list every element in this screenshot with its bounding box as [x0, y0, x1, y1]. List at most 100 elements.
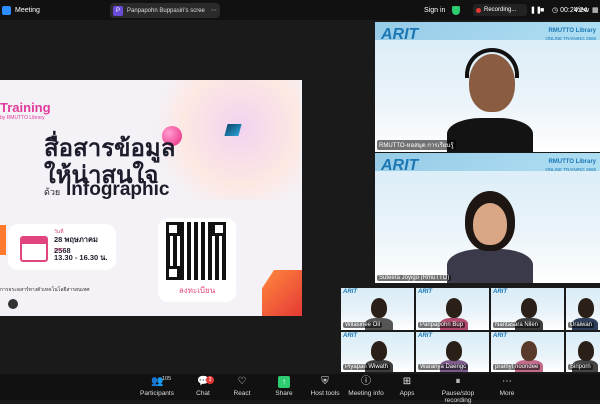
- tile-brand-sub: RMUTTO Library: [548, 28, 596, 34]
- participant-name: Piyapan Wiwath: [343, 364, 391, 370]
- register-label: ลงทะเบียน: [178, 286, 216, 295]
- participant-head: [578, 298, 594, 318]
- qr-corner: [166, 266, 180, 280]
- speaker-face: [473, 203, 507, 245]
- tile-brand-sub2: ONLINE TRAINING 2568: [545, 167, 596, 172]
- stop-icon[interactable]: ■: [540, 0, 544, 20]
- chat-unread-badge: 3: [206, 376, 214, 384]
- arit-logo: ARIT: [381, 157, 419, 174]
- slide-brand-title: Training: [0, 100, 51, 115]
- clock-icon: ◷: [552, 7, 559, 14]
- recording-indicator[interactable]: Recording...: [473, 4, 527, 16]
- participant-video-tile[interactable]: ARIT Panpapohn Bup: [416, 288, 489, 330]
- more-options-icon[interactable]: ⋯: [211, 7, 217, 14]
- slide-heading-line3: Infographic: [66, 179, 170, 200]
- speaker-video-tile[interactable]: ARIT RMUTTO Library ONLINE TRAINING 2568…: [375, 22, 600, 152]
- tile-brand-sub2: ONLINE TRAINING 2568: [545, 36, 596, 41]
- participant-video-tile[interactable]: ARIT Piyapan Wiwath: [341, 332, 414, 372]
- react-label: React: [233, 390, 251, 397]
- participant-name: Waranya Daengc: [418, 364, 469, 370]
- chat-label: Chat: [196, 390, 210, 397]
- qr-corner: [212, 222, 226, 236]
- sharer-avatar: P: [113, 5, 123, 16]
- tile-brand-sub: RMUTTO Library: [548, 159, 596, 165]
- participant-video-tile[interactable]: ARIT Waranya Daengc: [416, 332, 489, 372]
- participants-count: 105: [162, 376, 172, 382]
- slide-brand-sub: by RMUTTO Library: [0, 115, 45, 121]
- participants-label: Participants: [140, 390, 174, 397]
- sign-in-label: Sign in: [424, 6, 446, 14]
- apps-icon: ⊞: [402, 376, 412, 387]
- pause-recording-icon: ⏸: [455, 376, 461, 387]
- meeting-toolbar: 👥 105 Participants 💬 3 Chat ♡ React ↑ Sh…: [0, 374, 600, 404]
- participant-video-tile[interactable]: Uraiwan: [566, 288, 600, 330]
- speaker-body: [447, 249, 533, 283]
- more-label: More: [499, 390, 515, 397]
- screen-share-indicator[interactable]: P Panpapohn Buppasiri's scree ⋯: [110, 3, 220, 18]
- sign-in-button[interactable]: Sign in: [424, 0, 445, 20]
- recording-label: Recording...: [484, 7, 517, 13]
- view-button[interactable]: View: [574, 0, 589, 20]
- security-shield-icon[interactable]: [452, 0, 460, 20]
- share-label: Share: [275, 390, 293, 397]
- calendar-icon: [20, 236, 48, 262]
- view-label: View: [574, 6, 590, 14]
- shared-screen[interactable]: Training by RMUTTO Library สื่อสารข้อมูล…: [0, 80, 302, 316]
- participant-head: [446, 298, 462, 318]
- participant-head: [521, 298, 537, 318]
- participant-video-tile[interactable]: ARIT Wilasinee Oil: [341, 288, 414, 330]
- view-grid-icon[interactable]: ▦: [592, 0, 599, 20]
- registration-qr-card[interactable]: ลงทะเบียน: [158, 218, 236, 302]
- arit-logo: ARIT: [381, 26, 419, 43]
- arit-logo-small: ARIT: [493, 333, 507, 339]
- arit-logo-small: ARIT: [493, 289, 507, 295]
- top-bar: Meeting P Panpapohn Buppasiri's scree ⋯ …: [0, 0, 600, 20]
- org-logo-icon: [8, 299, 18, 309]
- qr-code-icon[interactable]: [166, 222, 226, 280]
- participant-name: RMUTTO-หอสมุด การเรียนรู้: [377, 140, 456, 150]
- info-icon: ⓘ: [361, 376, 371, 387]
- participant-head: [446, 341, 462, 361]
- participant-video-tile[interactable]: Siriporn: [566, 332, 600, 372]
- participant-name: Nantasara Nilen: [493, 322, 541, 328]
- time-value: 13.30 - 16.30 น.: [54, 253, 108, 262]
- participants-button[interactable]: 👥 105 Participants: [132, 376, 182, 397]
- participant-video-tile[interactable]: ARIT Nantasara Nilen: [491, 288, 564, 330]
- heart-plus-icon: ♡: [237, 376, 247, 387]
- participant-name: pramyt noondee: [493, 364, 541, 370]
- shield-icon: ⛨: [321, 376, 329, 387]
- more-button[interactable]: ⋯ More: [482, 376, 532, 397]
- arit-logo-small: ARIT: [343, 333, 357, 339]
- slide-heading-prefix: ด้วย: [44, 187, 61, 197]
- more-icon: ⋯: [502, 376, 512, 387]
- slide-footer-text: การจระดสาร์ทางตัวเทคโนโลยีสารสนเทศ: [0, 287, 90, 293]
- recording-button-label: Pause/stop recording: [441, 390, 475, 404]
- blocks-decoration: [262, 270, 302, 316]
- apps-label: Apps: [399, 390, 415, 397]
- zoom-logo-icon: [2, 5, 11, 15]
- participant-head: [371, 341, 387, 361]
- arit-logo-small: ARIT: [418, 333, 432, 339]
- slide-left-accent: [0, 225, 6, 255]
- participant-name: Wilasinee Oil: [343, 322, 383, 328]
- qr-corner: [166, 222, 180, 236]
- participant-head: [371, 298, 387, 318]
- app-name: Meeting: [15, 6, 40, 14]
- participant-name: Siriporn: [568, 364, 593, 370]
- participant-video-tile[interactable]: ARIT pramyt noondee: [491, 332, 564, 372]
- participant-name: Panpapohn Bup: [418, 322, 466, 328]
- host-tools-label: Host tools: [310, 390, 340, 397]
- app-title: Meeting: [2, 0, 40, 20]
- participant-head: [578, 341, 594, 361]
- arit-logo-small: ARIT: [418, 289, 432, 295]
- apps-button[interactable]: ⊞ Apps: [382, 376, 432, 397]
- meeting-info-label: Meeting info: [348, 390, 384, 397]
- participant-name: Uraiwan: [568, 322, 595, 328]
- arit-logo-small: ARIT: [343, 289, 357, 295]
- record-dot-icon: [476, 7, 481, 13]
- date-time-card: วันที่ 28 พฤษภาคม 2568 เวลา 13.30 - 16.3…: [8, 224, 116, 270]
- participant-head: [521, 341, 537, 361]
- speaker-video-tile[interactable]: ARIT RMUTTO Library ONLINE TRAINING 2568…: [375, 153, 600, 283]
- participant-name: Suteera Joyigo (RmuTTO): [377, 275, 452, 281]
- sharer-label: Panpapohn Buppasiri's scree: [127, 7, 205, 14]
